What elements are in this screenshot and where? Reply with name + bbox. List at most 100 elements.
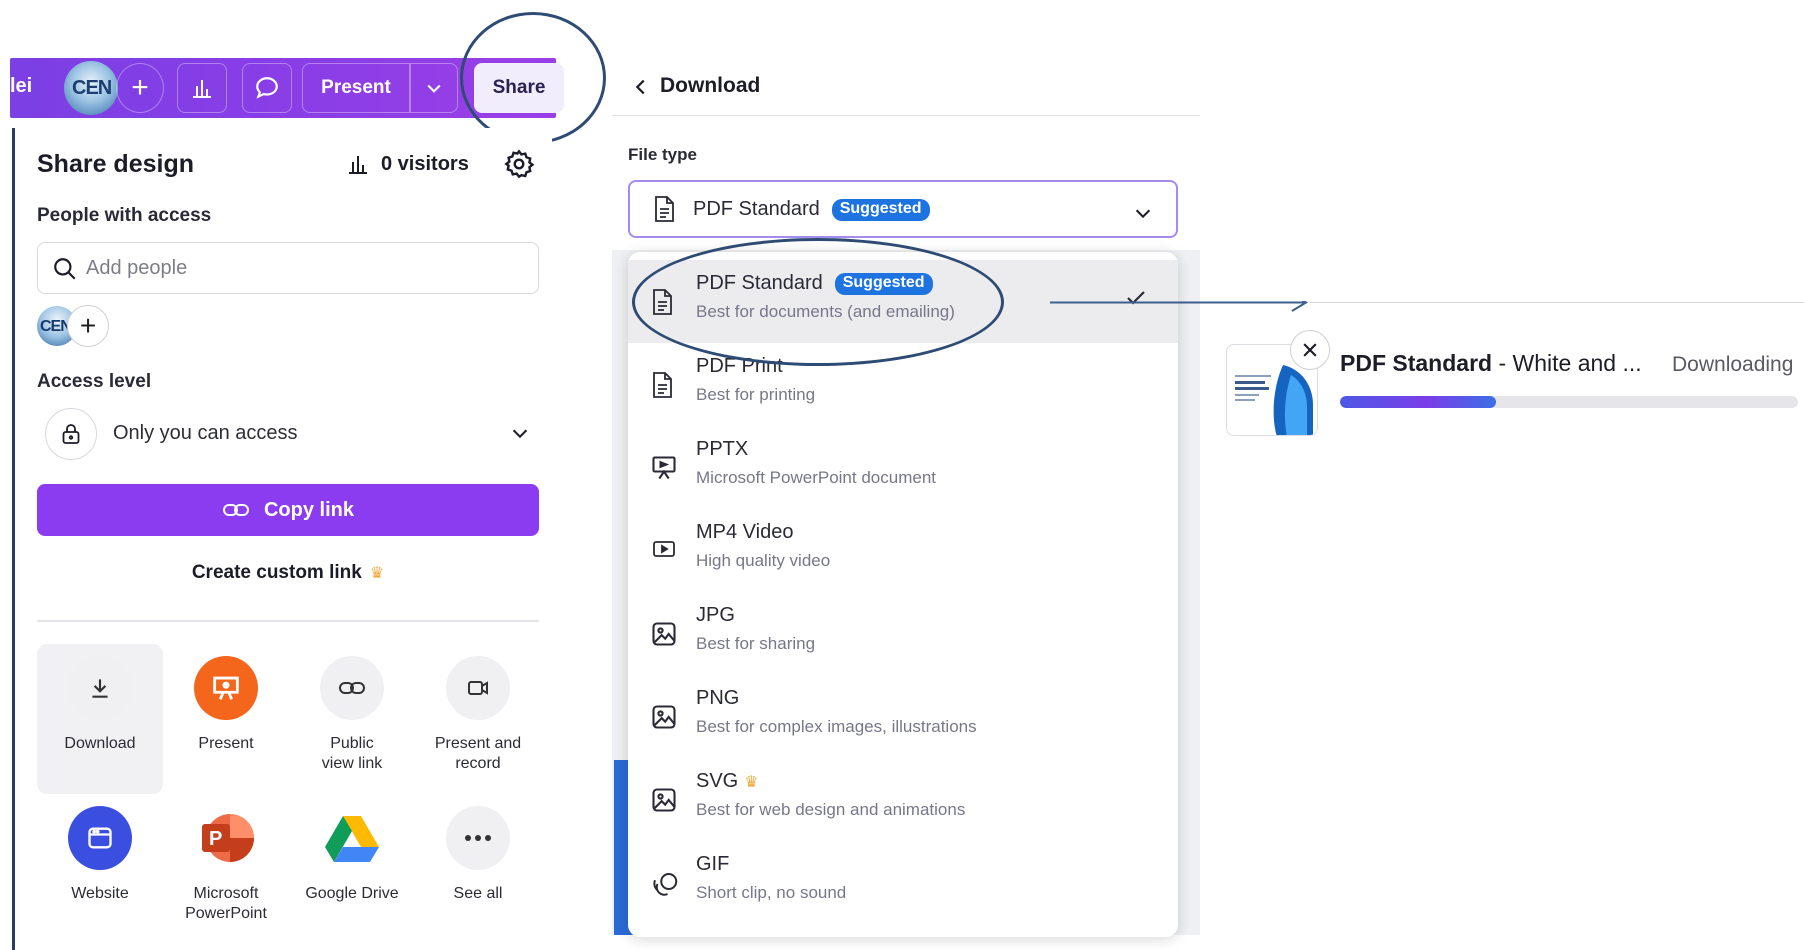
image-icon xyxy=(652,788,676,812)
file-title: - White and ... xyxy=(1492,350,1642,376)
crown-icon: ♛ xyxy=(744,774,759,791)
tile-label: Google Drive xyxy=(305,885,399,902)
option-name: PPTX xyxy=(696,438,749,460)
present-button[interactable]: Present xyxy=(302,63,410,113)
image-icon xyxy=(652,622,676,646)
visitors-count[interactable]: 0 visitors xyxy=(345,152,469,176)
option-name: GIF xyxy=(696,853,730,875)
option-jpg[interactable]: JPG Best for sharing xyxy=(628,592,1178,675)
gif-icon xyxy=(653,873,678,896)
image-icon xyxy=(652,705,676,729)
divider xyxy=(37,620,539,622)
download-progress-fill xyxy=(1340,396,1496,408)
bar-chart-icon xyxy=(349,156,367,174)
option-description: Best for printing xyxy=(696,385,816,404)
access-level-select[interactable]: Only you can access xyxy=(45,408,539,460)
tile-microsoft-powerpoint[interactable]: P Microsoft PowerPoint xyxy=(163,794,289,924)
create-custom-link[interactable]: Create custom link ♛ xyxy=(37,562,539,584)
annotation-circle-pdf-standard xyxy=(632,238,1004,366)
tile-google-drive[interactable]: Google Drive xyxy=(289,794,415,904)
file-type-value: PDF Standard xyxy=(693,198,820,220)
link-icon xyxy=(222,504,249,516)
option-description: Best for sharing xyxy=(696,634,816,653)
tile-see-all[interactable]: See all xyxy=(415,794,541,904)
custom-link-label: Create custom link xyxy=(191,562,362,583)
powerpoint-icon: P xyxy=(194,806,258,870)
document-icon xyxy=(655,196,674,222)
tile-website[interactable]: Website xyxy=(37,794,163,904)
camera-icon xyxy=(446,656,510,720)
link-icon xyxy=(320,656,384,720)
comment-icon xyxy=(256,77,278,99)
tile-label: Present xyxy=(198,735,254,752)
insights-button[interactable] xyxy=(177,63,227,113)
copy-link-button[interactable]: Copy link xyxy=(37,484,539,536)
download-header: Download xyxy=(612,60,1200,116)
comments-button[interactable] xyxy=(242,63,292,113)
gear-icon[interactable] xyxy=(503,148,535,180)
video-icon xyxy=(653,541,675,557)
svg-text:P: P xyxy=(209,828,222,850)
document-icon xyxy=(653,372,672,398)
option-description: Short clip, no sound xyxy=(696,883,847,902)
chevron-left-icon[interactable] xyxy=(630,76,652,98)
presentation-icon xyxy=(652,456,676,480)
tile-label: Microsoft PowerPoint xyxy=(185,885,267,922)
add-person-button[interactable]: + xyxy=(67,305,109,347)
access-level-value: Only you can access xyxy=(113,422,298,444)
option-pptx[interactable]: PPTX Microsoft PowerPoint document xyxy=(628,426,1178,509)
lock-icon xyxy=(45,408,97,460)
close-icon[interactable] xyxy=(1290,330,1330,370)
option-description: Microsoft PowerPoint document xyxy=(696,468,936,487)
option-png[interactable]: PNG Best for complex images, illustratio… xyxy=(628,675,1178,758)
download-progress-bar xyxy=(1340,396,1798,408)
file-type-select[interactable]: PDF Standard Suggested xyxy=(628,180,1178,238)
option-name: MP4 Video xyxy=(696,521,794,543)
search-input[interactable] xyxy=(86,253,516,283)
tile-label: Website xyxy=(71,885,129,902)
visitors-label: 0 visitors xyxy=(381,152,469,175)
suggested-badge: Suggested xyxy=(831,199,930,221)
people-with-access-label: People with access xyxy=(37,205,212,226)
share-panel: Share design 0 visitors People with acce… xyxy=(12,128,552,950)
bar-chart-icon xyxy=(193,80,211,98)
avatar[interactable]: CEN xyxy=(64,61,118,115)
add-collaborator-button[interactable]: + xyxy=(116,63,164,113)
option-description: High quality video xyxy=(696,551,831,570)
annotation-arrow xyxy=(1050,301,1308,312)
tile-label: Present and record xyxy=(434,735,522,772)
chevron-down-icon xyxy=(512,429,528,439)
file-type-label: File type xyxy=(628,145,697,164)
annotation-circle-share xyxy=(460,12,606,144)
tile-present-and-record[interactable]: Present and record xyxy=(415,644,541,774)
google-drive-icon xyxy=(320,806,384,870)
option-name: PNG xyxy=(696,687,740,709)
crown-icon: ♛ xyxy=(369,565,385,582)
present-options-button[interactable] xyxy=(410,63,458,113)
tile-download[interactable]: Download xyxy=(37,644,163,794)
chevron-down-icon xyxy=(427,84,441,93)
add-people-field[interactable] xyxy=(37,242,539,294)
search-icon xyxy=(54,258,76,280)
tile-present[interactable]: Present xyxy=(163,644,289,754)
option-mp4-video[interactable]: MP4 Video High quality video xyxy=(628,509,1178,592)
more-icon xyxy=(446,806,510,870)
option-svg[interactable]: SVG ♛ Best for web design and animations xyxy=(628,758,1178,841)
option-description: Best for web design and animations xyxy=(696,800,966,819)
option-gif[interactable]: GIF Short clip, no sound xyxy=(628,841,1178,924)
option-description: Best for complex images, illustrations xyxy=(696,717,977,736)
website-icon xyxy=(68,806,132,870)
downloading-file-name: PDF Standard - White and ... xyxy=(1340,350,1642,377)
file-format: PDF Standard xyxy=(1340,350,1493,376)
divider xyxy=(1310,302,1804,303)
tile-label: See all xyxy=(453,885,503,902)
download-title: Download xyxy=(660,74,761,97)
avatar-text: CEN xyxy=(72,77,112,99)
share-panel-title: Share design xyxy=(37,150,194,178)
option-name: JPG xyxy=(696,604,735,626)
present-icon xyxy=(194,656,258,720)
option-name: SVG xyxy=(696,770,739,792)
tile-public-view-link[interactable]: Public view link xyxy=(289,644,415,774)
download-icon xyxy=(68,656,132,720)
tile-label: Public view link xyxy=(321,735,383,772)
